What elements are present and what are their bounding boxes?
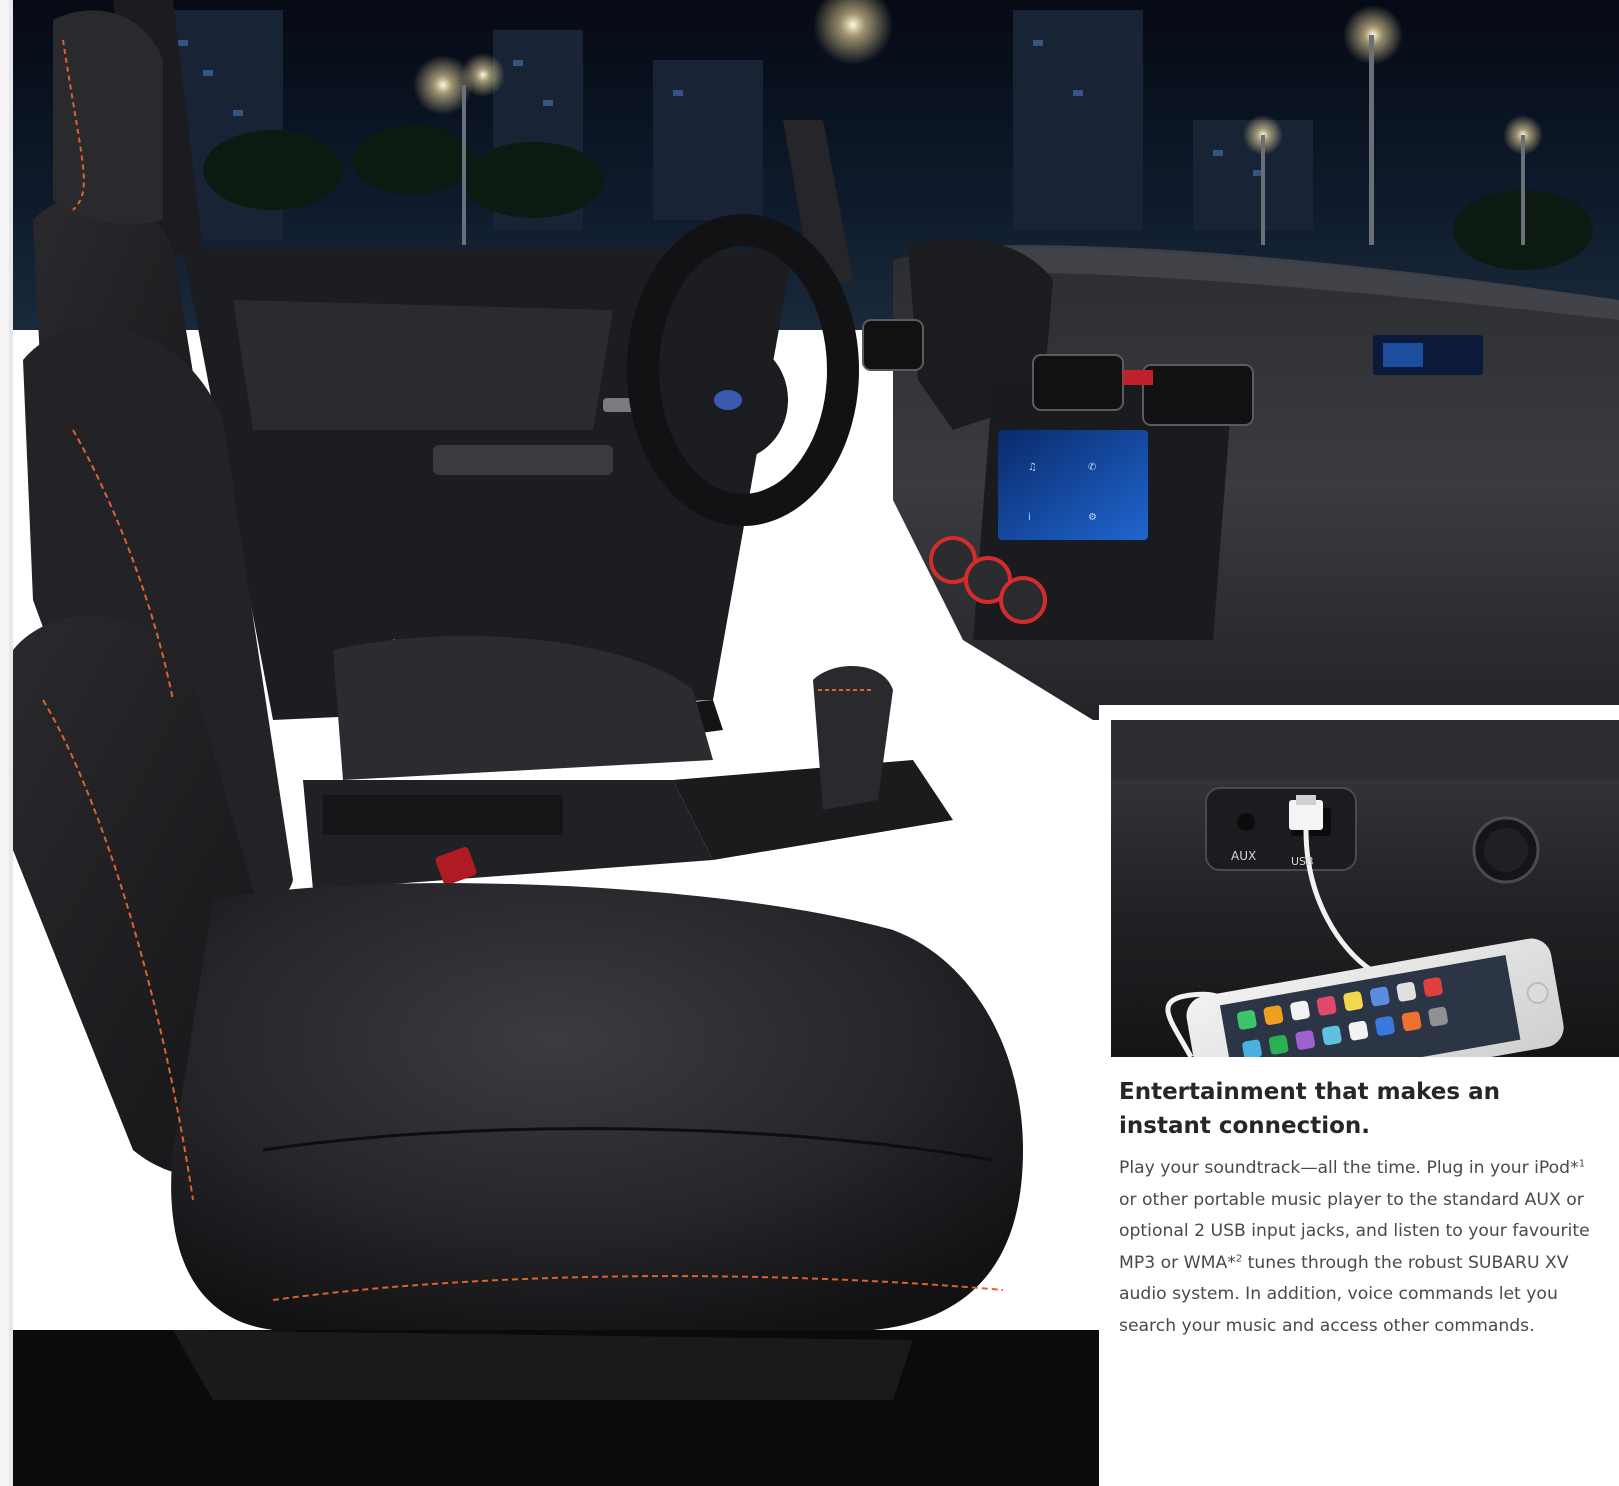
- heading-line-1: Entertainment that makes an: [1119, 1079, 1500, 1105]
- svg-text:i: i: [1028, 512, 1031, 523]
- svg-text:⚙: ⚙: [1088, 512, 1097, 523]
- heading-line-2: instant connection.: [1119, 1113, 1371, 1139]
- body-segment-1: Play your soundtrack—all the time. Plug …: [1119, 1158, 1579, 1178]
- feature-inset: AUX USB Entertainment that makes an inst…: [1099, 705, 1619, 1486]
- svg-text:✆: ✆: [1088, 462, 1096, 473]
- page-left-margin: [0, 0, 13, 1486]
- article-heading: Entertainment that makes an instant conn…: [1119, 1075, 1589, 1143]
- brochure-page: ♫ ✆ i ⚙ AUX USB Entertainment that makes…: [0, 0, 1619, 1486]
- usb-port-label: USB: [1291, 855, 1314, 868]
- svg-text:♫: ♫: [1028, 462, 1037, 473]
- aux-port-label: AUX: [1231, 849, 1256, 863]
- footnote-marker-1: 1: [1578, 1158, 1586, 1170]
- article-body-text: Play your soundtrack—all the time. Plug …: [1119, 1153, 1599, 1342]
- usb-aux-port-photo: AUX USB: [1111, 720, 1619, 1057]
